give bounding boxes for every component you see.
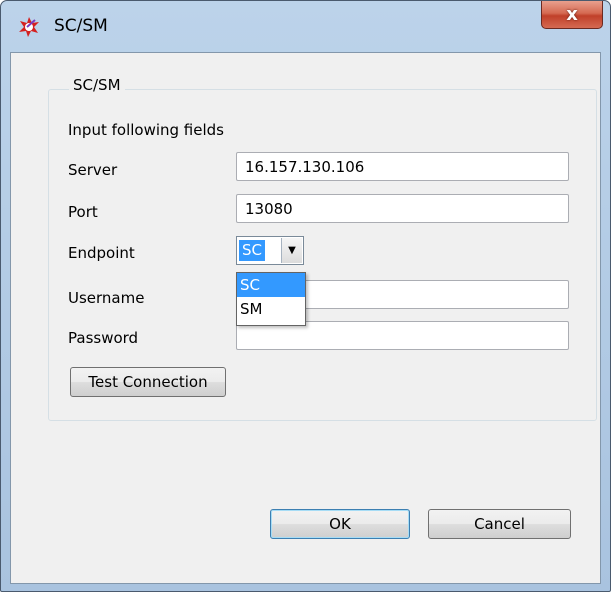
close-button[interactable]: x — [541, 1, 603, 29]
server-input[interactable] — [236, 152, 569, 181]
dialog-body: SC/SM Input following fields Server Port… — [10, 52, 601, 584]
window-title: SC/SM — [54, 16, 108, 36]
port-input[interactable] — [236, 194, 569, 223]
password-label: Password — [68, 329, 139, 347]
server-label: Server — [68, 161, 118, 179]
test-connection-label: Test Connection — [88, 373, 208, 391]
endpoint-option-sm[interactable]: SM — [237, 297, 305, 321]
chevron-down-icon[interactable]: ▼ — [281, 238, 302, 263]
username-label: Username — [68, 289, 145, 307]
app-logo-icon — [19, 17, 39, 37]
endpoint-label: Endpoint — [68, 244, 135, 262]
endpoint-selected-value: SC — [239, 240, 265, 261]
title-bar[interactable]: SC/SM x — [1, 1, 610, 53]
dialog-window: SC/SM x SC/SM Input following fields Ser… — [0, 0, 611, 592]
cancel-label: Cancel — [474, 515, 525, 533]
endpoint-select[interactable]: SC ▼ — [236, 236, 304, 265]
test-connection-button[interactable]: Test Connection — [70, 367, 226, 397]
close-icon: x — [566, 4, 578, 25]
instructions-text: Input following fields — [68, 121, 224, 139]
ok-button[interactable]: OK — [270, 509, 410, 539]
endpoint-dropdown-list: SC SM — [236, 272, 306, 326]
endpoint-option-sc[interactable]: SC — [237, 273, 305, 297]
ok-label: OK — [329, 515, 351, 533]
cancel-button[interactable]: Cancel — [428, 509, 571, 539]
groupbox-title: SC/SM — [69, 76, 125, 94]
port-label: Port — [68, 203, 98, 221]
